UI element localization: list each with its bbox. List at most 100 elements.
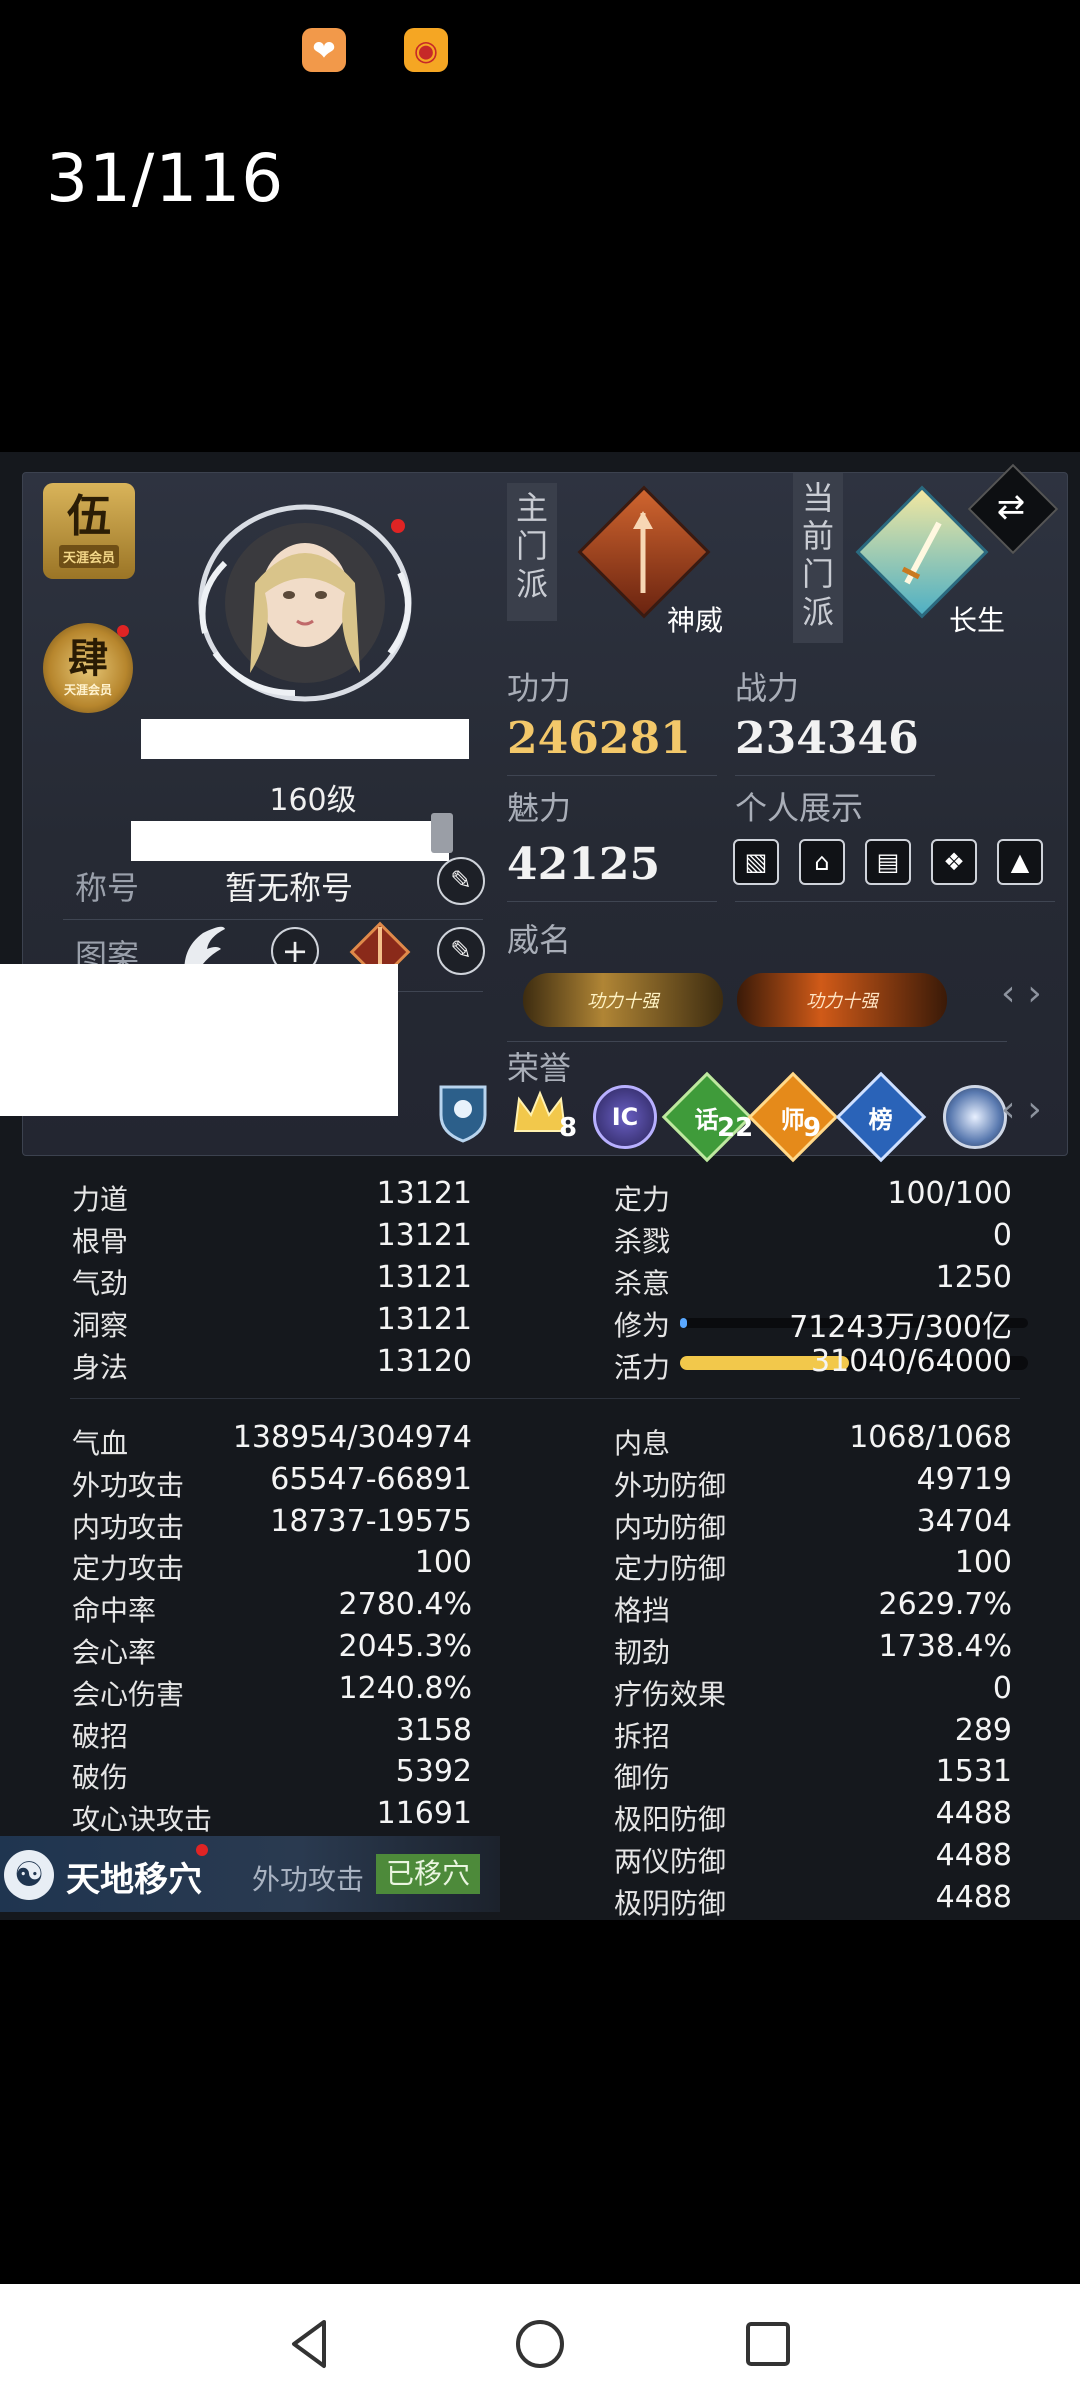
honor-scroll-arrows[interactable]: ‹› xyxy=(1001,1089,1054,1130)
rank-medal-text: 榜 xyxy=(869,1105,893,1134)
fame-label: 威名 xyxy=(507,921,572,959)
stat-value: 5392 xyxy=(395,1754,472,1790)
stat-value: 1068/1068 xyxy=(849,1420,1012,1455)
stat-value: 2780.4% xyxy=(338,1587,472,1623)
stat-value: 0 xyxy=(992,1218,1012,1253)
stat-value: 100/100 xyxy=(887,1176,1012,1211)
stat-value: 71243万/300亿 xyxy=(789,1310,1012,1345)
divider xyxy=(735,901,1055,902)
gongli-value: 246281 xyxy=(507,713,691,764)
stat-value: 13120 xyxy=(376,1344,472,1379)
fame-plaque[interactable]: 功力十强 xyxy=(523,973,723,1027)
orb-medal-icon[interactable] xyxy=(943,1085,1007,1149)
rank-medal-icon[interactable]: 榜 xyxy=(835,1071,927,1163)
edit-pattern-button[interactable]: ✎ xyxy=(437,927,485,975)
stat-label: 攻心诀攻击 xyxy=(72,1803,213,1837)
stat-value: 4488 xyxy=(935,1838,1012,1873)
id-copy-icon[interactable] xyxy=(431,813,453,853)
stat-label: 破伤 xyxy=(72,1761,129,1795)
stat-label: 会心率 xyxy=(72,1636,157,1669)
honor-label: 荣誉 xyxy=(507,1049,572,1087)
stat-value: 289 xyxy=(954,1712,1012,1748)
building-display-icon[interactable]: ▤ xyxy=(865,839,911,885)
stat-label: 破招 xyxy=(72,1719,129,1753)
main-sect-label: 主门派 xyxy=(507,483,557,621)
stat-label: 内息 xyxy=(614,1427,671,1460)
meili-value: 42125 xyxy=(507,839,661,890)
recents-icon[interactable] xyxy=(738,2314,798,2374)
stat-value: 2629.7% xyxy=(878,1587,1012,1623)
stat-label: 力道 xyxy=(72,1183,129,1216)
house-display-icon[interactable]: ⌂ xyxy=(799,839,845,885)
zhanli-value: 234346 xyxy=(735,713,919,764)
stat-label: 外功防御 xyxy=(614,1468,727,1502)
stat-label: 会心伤害 xyxy=(72,1677,185,1711)
id-redaction xyxy=(131,821,449,861)
stat-value: 31040/64000 xyxy=(811,1344,1012,1379)
stat-label: 身法 xyxy=(72,1351,129,1384)
stat-label: 极阳防御 xyxy=(614,1803,727,1837)
divider xyxy=(507,901,717,902)
name-redaction xyxy=(141,719,469,759)
avatar[interactable] xyxy=(185,503,419,703)
edit-title-button[interactable]: ✎ xyxy=(437,857,485,905)
master-count: 9 xyxy=(803,1113,822,1143)
stat-value: 11691 xyxy=(376,1796,472,1832)
system-nav-bar xyxy=(0,2284,1080,2400)
stat-value: 1250 xyxy=(935,1260,1012,1295)
member-badge[interactable]: 肆 天涯会员 xyxy=(43,623,133,713)
vip-badge[interactable]: 伍 天涯会员 xyxy=(43,483,135,579)
zhanli-label: 战力 xyxy=(735,669,800,707)
member-badge-dot xyxy=(117,625,129,637)
image-counter: 31/116 xyxy=(46,140,285,217)
title-value: 暂无称号 xyxy=(225,869,354,907)
stat-label: 杀戮 xyxy=(614,1225,671,1258)
vip-badge-main: 伍 xyxy=(67,490,111,542)
stat-label: 定力 xyxy=(614,1183,671,1216)
master-medal-text: 师 xyxy=(781,1105,805,1134)
stat-label: 两仪防御 xyxy=(614,1845,727,1878)
home-icon[interactable] xyxy=(510,2314,570,2374)
stat-label: 活力 xyxy=(614,1351,671,1384)
stat-label: 内功防御 xyxy=(614,1510,727,1544)
outfit-display-icon[interactable]: ▲ xyxy=(997,839,1043,885)
character-level: 160级 xyxy=(269,783,357,818)
skill-attack-type: 外功攻击 xyxy=(252,1863,365,1896)
card-display-icon[interactable]: ▧ xyxy=(733,839,779,885)
fame-scroll-arrows[interactable]: ‹› xyxy=(1001,973,1054,1014)
heart-app-icon[interactable]: ❤ xyxy=(302,28,346,72)
stat-label: 命中率 xyxy=(72,1594,157,1628)
stat-label: 韧劲 xyxy=(614,1636,671,1669)
stat-label: 定力防御 xyxy=(614,1552,727,1586)
stat-label: 拆招 xyxy=(614,1719,671,1753)
stat-label: 气劲 xyxy=(72,1267,129,1300)
stat-value: 34704 xyxy=(916,1503,1012,1539)
master-medal-icon[interactable]: 师 xyxy=(747,1071,839,1163)
ic-medal-icon[interactable]: IC xyxy=(593,1085,657,1149)
weibo-icon[interactable]: ◉ xyxy=(404,28,448,72)
tiandi-skill-icon[interactable]: ☯ xyxy=(4,1850,54,1900)
stat-label: 外功攻击 xyxy=(72,1468,185,1502)
mount-display-icon[interactable]: ❖ xyxy=(931,839,977,885)
stat-value: 1738.4% xyxy=(878,1629,1012,1664)
stat-label: 疗伤效果 xyxy=(614,1677,727,1711)
display-label: 个人展示 xyxy=(735,789,864,827)
stat-label: 洞察 xyxy=(72,1309,129,1342)
fame-plaque[interactable]: 功力十强 xyxy=(737,973,947,1027)
guild-shield-icon[interactable] xyxy=(435,1081,491,1143)
stat-value: 100 xyxy=(954,1545,1012,1581)
back-icon[interactable] xyxy=(280,2314,340,2374)
current-sect-name: 长生 xyxy=(949,604,1006,637)
stat-label: 内功攻击 xyxy=(72,1510,185,1544)
spear-icon xyxy=(633,511,653,593)
cultivation-bar-fill xyxy=(680,1318,687,1328)
stat-value: 3158 xyxy=(395,1712,472,1748)
main-sect-name: 神威 xyxy=(667,604,724,637)
sword-icon xyxy=(901,521,942,585)
stat-value: 13121 xyxy=(376,1176,472,1211)
divider xyxy=(507,775,717,776)
stat-label: 修为 xyxy=(614,1309,671,1342)
member-badge-sub: 天涯会员 xyxy=(63,682,112,697)
member-badge-main: 肆 xyxy=(68,635,108,682)
stat-value: 2045.3% xyxy=(338,1629,472,1664)
